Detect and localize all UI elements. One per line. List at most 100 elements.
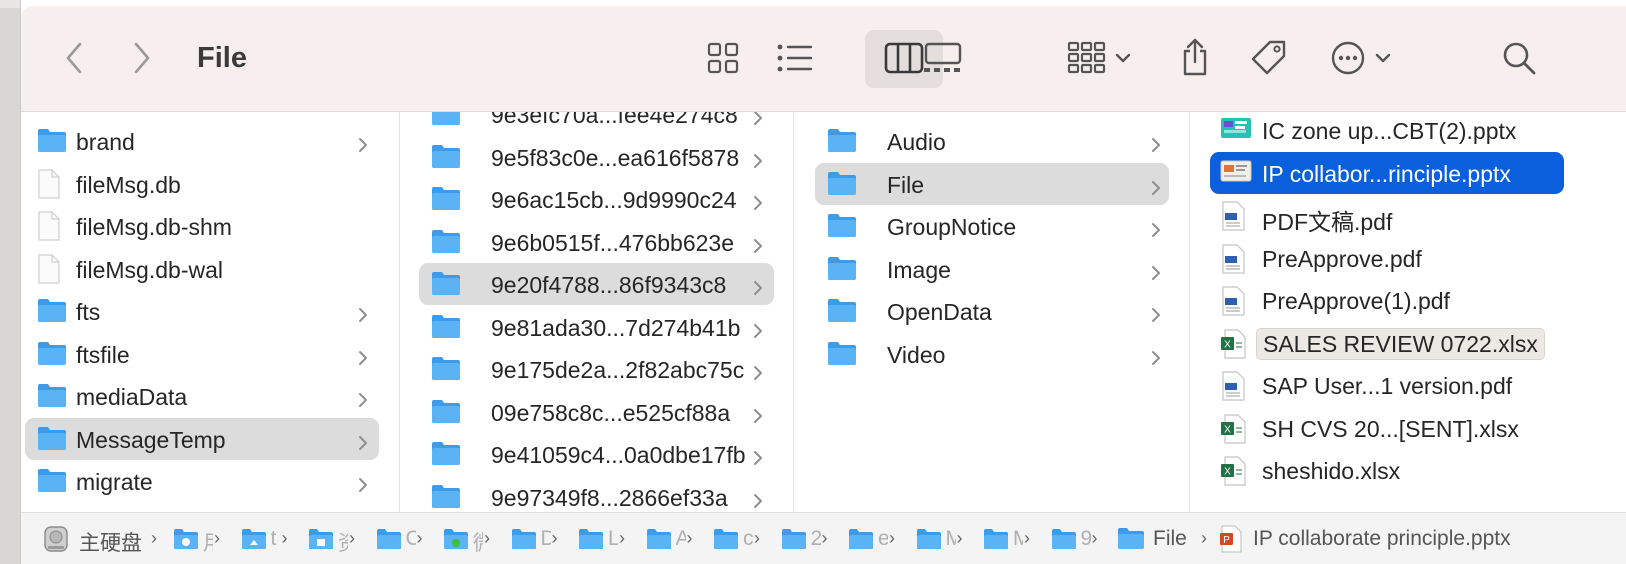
folder-icon [827,212,857,244]
path-separator: › [686,528,693,548]
item-label: SALES REVIEW 0722.xlsx [1256,327,1545,360]
path-separator: › [1091,528,1098,548]
pdf-file-icon [1220,243,1246,280]
forward-button[interactable] [127,40,157,76]
file-row[interactable]: PreApprove.pdf [1210,237,1564,279]
path-crumb-label[interactable]: M [946,527,956,551]
path-separator: › [214,528,220,548]
file-row[interactable]: IC zone up...CBT(2).pptx [1210,112,1564,151]
folder-icon [431,270,461,302]
path-crumb-label[interactable]: e [878,527,888,551]
tag-button[interactable] [1249,38,1289,78]
group-by-button[interactable] [1067,40,1147,76]
gallery-view-button[interactable] [919,40,967,76]
path-crumb-label[interactable]: 2 [811,527,821,551]
more-actions-button[interactable] [1331,40,1395,76]
file-row[interactable]: IP collabor...rinciple.pptx [1210,151,1564,194]
file-row[interactable]: PDF文稿.pdf [1210,194,1564,236]
folder-row[interactable]: Audio [815,120,1169,162]
file-row[interactable]: fileMsg.db-wal [25,248,379,290]
folder-icon [431,313,461,345]
file-row[interactable]: fileMsg.db [25,163,379,205]
folder-row[interactable]: 09e758c8c...e525cf88a [419,391,774,433]
folder-row[interactable]: GroupNotice [815,205,1169,247]
folder-row[interactable]: ftsfile [25,333,379,375]
path-folder-label[interactable]: File [1153,527,1187,551]
icon-view-button[interactable] [705,40,741,76]
path-crumb-label[interactable]: 资 [338,527,348,557]
folder-icon [848,528,874,555]
path-crumb-label[interactable]: 用 [203,527,213,557]
folder-row[interactable]: brand [25,120,379,162]
folder-icon [308,528,334,555]
folder-row[interactable]: 9e20f4788...86f9343c8 [419,263,774,305]
folder-row[interactable]: 9e175de2a...2f82abc75c [419,348,774,390]
chevron-right-icon [358,472,368,499]
file-row[interactable]: SAP User...1 version.pdf [1210,364,1564,406]
file-row[interactable]: PreApprove(1).pdf [1210,279,1564,321]
folder-row[interactable]: Video [815,333,1169,375]
path-crumb-label[interactable]: t [271,527,281,551]
item-label: sheshido.xlsx [1262,458,1401,484]
item-label: MessageTemp [76,426,226,453]
folder-icon [431,143,461,175]
pdf-file-icon [1220,286,1246,322]
item-label: ftsfile [76,341,130,368]
pptx-file-icon [1220,159,1252,189]
folder-row[interactable]: MessageTemp [25,417,379,460]
path-crumb-label[interactable]: D [541,527,551,551]
folder-icon [431,398,461,430]
folder-row[interactable]: 9e81ada30...7d274b41b [419,306,774,348]
path-file-label[interactable]: IP collaborate principle.pptx [1253,527,1511,551]
item-label: Video [887,341,946,368]
file-row[interactable]: X SH CVS 20...[SENT].xlsx [1210,407,1564,449]
chevron-right-icon [1151,345,1161,372]
path-crumb-label[interactable]: C [406,527,416,551]
folder-icon [827,127,857,159]
search-button[interactable] [1499,40,1539,76]
folder-row[interactable]: Image [815,248,1169,290]
icon-grid-icon [707,42,739,74]
item-label: 9e6b0515f...476bb623e [491,229,735,256]
folder-row[interactable]: mediaData [25,375,379,417]
item-label: brand [76,129,135,155]
path-crumb-label[interactable]: L [608,527,618,551]
chevron-right-icon [753,360,763,387]
chevron-right-icon [753,190,763,217]
item-label: SAP User...1 version.pdf [1262,373,1513,399]
file-row[interactable]: X SALES REVIEW 0722.xlsx [1210,322,1564,364]
search-icon [1503,42,1536,75]
path-crumb-label[interactable]: M [1013,527,1023,551]
svg-text:X: X [1224,339,1231,350]
path-crumb-label[interactable]: 微 [473,527,483,557]
path-crumb-label[interactable]: c [743,527,753,551]
tag-icon [1251,40,1286,75]
folder-row[interactable]: 9e97349f8...2866ef33a [419,476,774,513]
chevron-left-icon [66,42,82,74]
pptx-file-icon [1220,116,1252,146]
file-row[interactable]: Xsheshido.xlsx [1210,449,1564,491]
folder-row[interactable]: fts [25,290,379,332]
path-crumb-label[interactable]: A [676,527,686,551]
folder-row[interactable]: 9e5f83c0e...ea616f5878 [419,136,774,178]
folder-icon [827,170,857,202]
folder-row[interactable]: 9e41059c4...0a0dbe17fb [419,433,774,475]
path-root-label[interactable]: 主硬盘 [79,527,142,557]
folder-row[interactable]: 9e3efc70a...fee4e274c8 [419,112,774,135]
path-crumb-label[interactable]: 9 [1081,527,1091,551]
folder-row[interactable]: 9e6ac15cb...9d9990c24 [419,178,774,220]
path-separator: › [416,528,423,548]
folder-row[interactable]: 9e6b0515f...476bb623e [419,221,774,263]
folder-row[interactable]: migrate [25,460,379,502]
list-view-button[interactable] [775,40,815,76]
file-row[interactable]: fileMsg.db-shm [25,205,379,247]
chevron-right-icon [753,233,763,260]
folder-row[interactable]: File [815,162,1169,205]
pdf-file-icon [1220,371,1246,407]
share-button[interactable] [1177,36,1213,78]
chevron-right-icon [358,387,368,414]
column-1: brand fileMsg.db fileMsg.db-shm fileMsg.db-… [21,112,400,512]
chevron-right-icon [753,488,763,513]
folder-row[interactable]: OpenData [815,290,1169,332]
back-button[interactable] [59,40,89,76]
